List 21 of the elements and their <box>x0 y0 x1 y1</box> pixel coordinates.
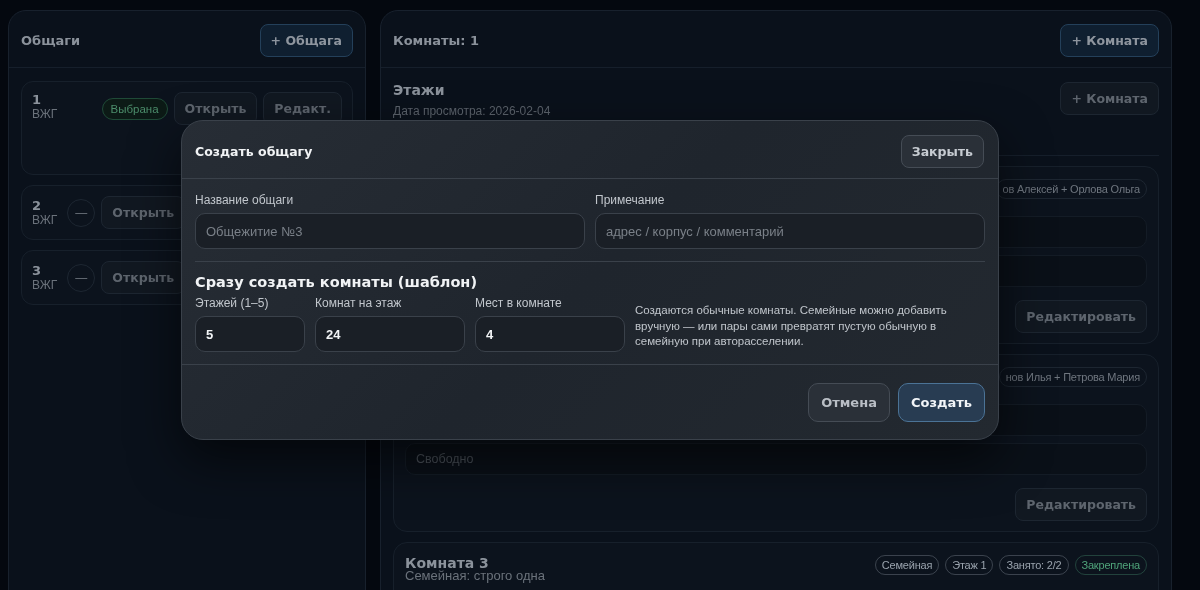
selected-badge: Выбрана <box>101 97 168 120</box>
section-title: Сразу создать комнаты (шаблон) <box>195 274 478 290</box>
dialog-title: Создать общагу <box>195 144 313 159</box>
dorm-name: ВЖГ <box>32 213 58 227</box>
section-title: Этажи <box>393 82 446 98</box>
panel-title: Общаги <box>21 33 81 48</box>
dorm-number: 2 <box>32 198 43 213</box>
dorm-number: 3 <box>32 263 43 278</box>
dorm-number: 1 <box>32 92 43 107</box>
field-label: Этажей (1–5) <box>195 296 270 310</box>
dorm-name: ВЖГ <box>32 278 58 292</box>
field-label: Примечание <box>595 193 666 207</box>
view-date: Дата просмотра: 2026-02-04 <box>393 104 551 118</box>
hint-text: Создаются обычные комнаты. Семейные можно добавить вручную — или пары сами превратят пустую обычную в семейную при авторасселении. <box>635 303 948 350</box>
field-label: Мест в комнате <box>475 296 563 310</box>
field-label: Название общаги <box>195 193 295 207</box>
field-label: Комнат на этаж <box>315 296 403 310</box>
dorm-name: ВЖГ <box>32 107 58 121</box>
panel-title: Комнаты: 1 <box>393 33 479 48</box>
room-title: Комната 3 <box>405 555 490 571</box>
room-subtitle: Семейная: строго одна <box>405 569 545 583</box>
